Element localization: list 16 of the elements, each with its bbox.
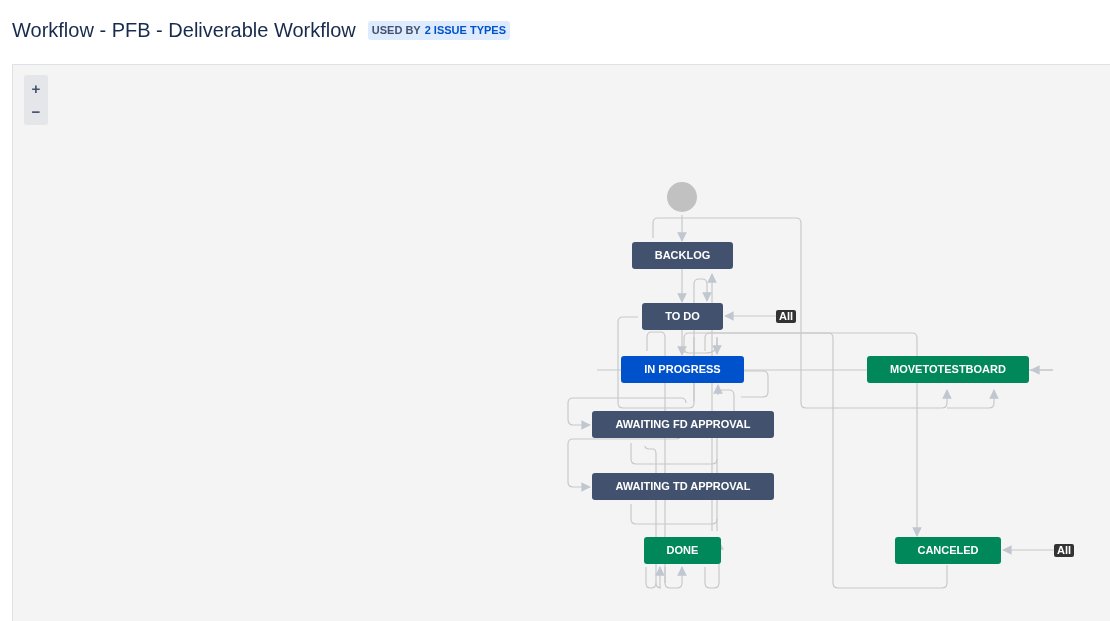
status-node: TO DO	[642, 303, 723, 330]
global-transition-label: All	[1054, 544, 1075, 557]
status-node: MOVETOTESTBOARD	[867, 356, 1029, 383]
status-node: IN PROGRESS	[621, 356, 744, 383]
zoom-in-button[interactable]: +	[24, 77, 48, 100]
status-node: BACKLOG	[632, 242, 733, 269]
global-transition-label: All	[776, 310, 797, 323]
status-node: DONE	[644, 537, 721, 564]
page-title: Workflow - PFB - Deliverable Workflow	[12, 18, 356, 42]
zoom-out-button[interactable]: −	[24, 100, 48, 123]
status-node: CANCELED	[895, 537, 1001, 564]
start-node	[667, 182, 697, 212]
status-node: AWAITING TD APPROVAL	[592, 473, 774, 500]
issue-types-link[interactable]: 2 ISSUE TYPES	[424, 22, 506, 39]
status-node: AWAITING FD APPROVAL	[592, 411, 774, 438]
badge-label: USED BY	[371, 23, 421, 38]
